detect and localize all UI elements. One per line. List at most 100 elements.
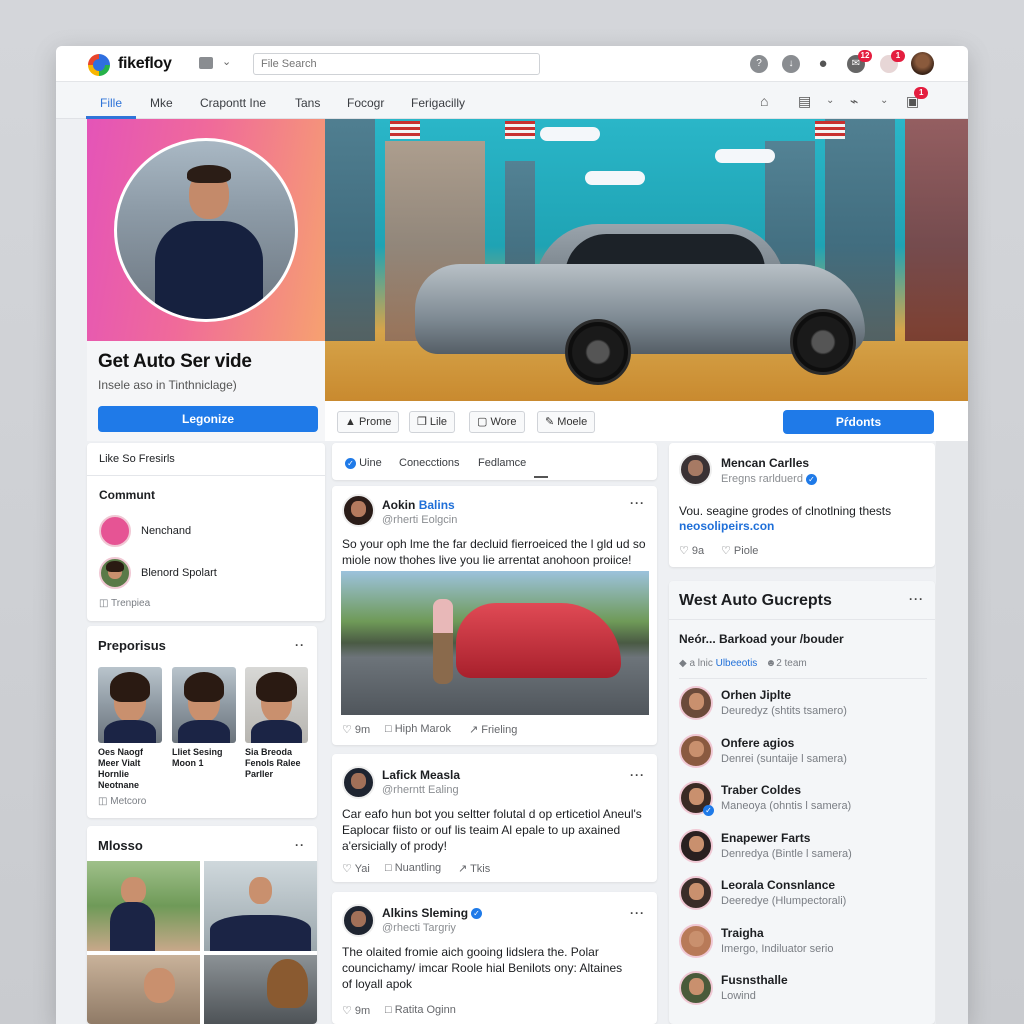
apps-menu-icon[interactable] <box>199 57 213 69</box>
marketplace-icon[interactable]: ⌁ <box>850 93 858 110</box>
like-action[interactable]: ♡ 9m <box>342 1004 370 1017</box>
photo-thumbnail[interactable] <box>245 667 308 743</box>
photo-thumbnail[interactable] <box>172 667 236 743</box>
inbox-icon[interactable]: ▣ 1 <box>906 87 929 110</box>
photos-footer-link[interactable]: ◫ Metcoro <box>98 796 146 807</box>
member-name[interactable]: Blenord Spolart <box>141 567 217 579</box>
share-action[interactable]: ↗ Frieling <box>469 723 517 736</box>
member-avatar[interactable] <box>679 733 713 768</box>
author-avatar[interactable] <box>342 904 375 937</box>
triangle-icon: ▲ <box>345 416 359 428</box>
lile-button[interactable]: ❐ Lile <box>409 411 456 433</box>
profile-subtitle: Insele aso in Tinthniclage) <box>98 378 237 392</box>
home-icon[interactable]: ⌂ <box>760 93 768 109</box>
post-card: Lafick Measla @rherntt Ealing ··· Car ea… <box>332 754 657 882</box>
member-name[interactable]: Fusnsthalle <box>721 973 788 987</box>
group-prompt[interactable]: Neór... Barkoad your /bouder <box>679 632 844 646</box>
member-avatar[interactable] <box>99 557 131 589</box>
document-icon[interactable]: ▤ <box>798 93 811 110</box>
more-options-icon[interactable]: ··· <box>630 496 645 510</box>
nav-bar: Fille Mke Crapontt Ine Tans Focogr Ferig… <box>56 82 968 119</box>
more-options-icon[interactable]: ·· <box>295 838 305 852</box>
profile-avatar[interactable] <box>911 52 934 75</box>
tab-feedlance[interactable]: Fedlamce <box>478 457 526 469</box>
member-name[interactable]: Nenchand <box>141 525 191 537</box>
comment-action[interactable]: □ Ratita Oginn <box>385 1004 456 1016</box>
chevron-down-icon[interactable]: ⌄ <box>222 55 231 68</box>
tab-time[interactable]: ✓ Uine <box>342 457 382 469</box>
gallery-photo[interactable] <box>87 955 200 1024</box>
member-name[interactable]: Enapewer Farts <box>721 831 810 845</box>
author-avatar[interactable] <box>342 766 375 799</box>
more-options-icon[interactable]: ··· <box>630 768 645 782</box>
reaction-action[interactable]: ♡ Piole <box>721 544 758 557</box>
tab-mke[interactable]: Mke <box>150 96 173 110</box>
member-name[interactable]: Orhen Jiplte <box>721 688 791 702</box>
more-options-icon[interactable]: ··· <box>630 906 645 920</box>
author-name[interactable]: Aokin Balins <box>382 498 455 512</box>
member-avatar[interactable] <box>679 971 713 1005</box>
author-name[interactable]: Alkins Sleming ✓ <box>382 906 483 920</box>
member-avatar[interactable] <box>679 686 713 720</box>
member-avatar[interactable] <box>99 515 131 547</box>
products-button[interactable]: Pŕdonts <box>783 410 934 434</box>
chevron-down-icon[interactable]: ⌄ <box>826 95 834 106</box>
photos-card: Preporisus ·· Oes Naogf Meer Vialt Hornl… <box>87 626 317 818</box>
member-name[interactable]: Traber Coldes <box>721 783 801 797</box>
like-label[interactable]: Like So Fresirls <box>99 453 175 465</box>
member-name[interactable]: Traigha <box>721 926 764 940</box>
gallery-photo[interactable] <box>204 861 317 951</box>
download-icon[interactable]: ↓ <box>782 55 800 73</box>
post-link[interactable]: neosolipeirs.con <box>679 518 774 534</box>
flag <box>815 121 845 139</box>
share-action[interactable]: ↗ Tkis <box>458 862 490 875</box>
meta-link[interactable]: Ulbeeotis <box>716 658 758 669</box>
tab-focogr[interactable]: Focogr <box>347 96 384 110</box>
more-options-icon[interactable]: ··· <box>909 592 924 606</box>
author-name[interactable]: Lafick Measla <box>382 768 460 782</box>
more-options-icon[interactable]: ·· <box>295 638 305 652</box>
inbox-badge: 1 <box>914 87 929 99</box>
author-name[interactable]: Mencan Carlles <box>721 456 809 470</box>
notifications-icon[interactable]: 1 <box>880 50 905 73</box>
like-action[interactable]: ♡ Yai <box>342 862 370 875</box>
templates-link[interactable]: ◫ Trenpiea <box>99 598 150 609</box>
scrollbar-track[interactable] <box>936 441 968 1024</box>
gallery-photo[interactable] <box>87 861 200 951</box>
like-action[interactable]: ♡ 9m <box>342 723 370 736</box>
tab-crapontt-ine[interactable]: Crapontt Ine <box>200 96 266 110</box>
moele-button[interactable]: ✎ Moele <box>537 411 596 433</box>
post-image[interactable] <box>341 571 649 715</box>
prome-button[interactable]: ▲ Prome <box>337 411 400 433</box>
like-action[interactable]: ♡ 9a <box>679 544 704 557</box>
member-avatar[interactable] <box>679 876 713 910</box>
help-icon[interactable]: ? <box>750 55 768 73</box>
gallery-title: Mlosso <box>98 838 143 853</box>
people-icon[interactable]: ● <box>814 55 832 73</box>
tab-file[interactable]: Fille <box>100 96 122 110</box>
member-name[interactable]: Leorala Consnlance <box>721 878 835 892</box>
verified-badge-icon: ✓ <box>805 473 817 485</box>
tab-connections[interactable]: Conecctions <box>399 457 460 469</box>
cover-actions-bar: ▲ Prome ❐ Lile ▢ Wore ✎ Moele Pŕdonts <box>325 401 968 441</box>
member-name[interactable]: Onfere agios <box>721 736 794 750</box>
tab-ferigacilly[interactable]: Ferigacilly <box>411 96 465 110</box>
tab-tans[interactable]: Tans <box>295 96 320 110</box>
messages-icon[interactable]: ✉ 12 <box>847 50 872 73</box>
author-handle: Eregns rarlduerd ✓ <box>721 473 817 485</box>
organize-button[interactable]: Legonize <box>98 406 318 432</box>
photo-thumbnail[interactable] <box>98 667 162 743</box>
app-logo-icon[interactable] <box>88 54 110 76</box>
search-input[interactable] <box>253 53 540 75</box>
comment-action[interactable]: □ Hiph Marok <box>385 723 451 735</box>
gallery-photo[interactable] <box>204 955 317 1024</box>
action-label: Tkis <box>470 863 491 875</box>
author-avatar[interactable] <box>679 453 712 486</box>
chevron-down-icon[interactable]: ⌄ <box>880 95 888 106</box>
wore-button[interactable]: ▢ Wore <box>469 411 525 433</box>
comment-action[interactable]: □ Nuantling <box>385 862 441 874</box>
member-avatar[interactable] <box>679 828 713 863</box>
author-avatar[interactable] <box>342 494 375 527</box>
profile-photo[interactable] <box>114 138 298 322</box>
member-avatar[interactable] <box>679 923 713 958</box>
